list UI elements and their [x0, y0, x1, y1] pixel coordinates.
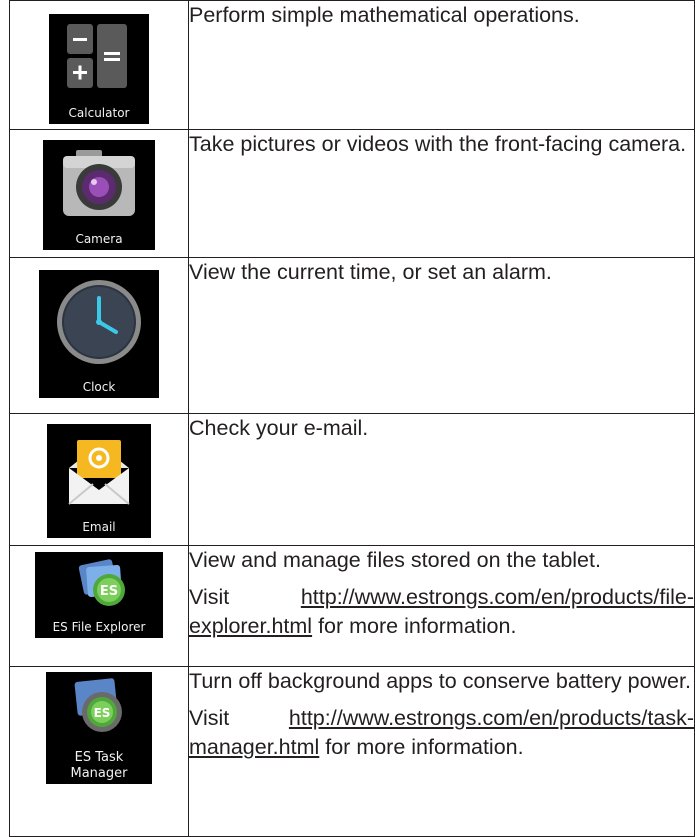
- app-table: Calculator Perform simple mathematical o…: [9, 0, 695, 837]
- es-file-explorer-icon: ES: [78, 559, 125, 606]
- table-row: ES ES File Explorer View and manage file…: [9, 545, 695, 667]
- more-info-text: Visit http:/​/​www.estrongs.com/​en/​pro…: [189, 583, 694, 641]
- es-task-manager-app-icon: ES ES Task Manager: [46, 672, 152, 784]
- svg-text:ES: ES: [100, 584, 118, 599]
- camera-icon-label: Camera: [75, 232, 123, 246]
- calculator-icon-label: Calculator: [68, 106, 130, 120]
- app-description: Perform simple mathematical operations.: [189, 3, 580, 27]
- es-file-explorer-icon-label: ES File Explorer: [52, 620, 146, 634]
- description-cell: Perform simple mathematical operations.: [188, 0, 695, 130]
- icon-cell: Camera: [9, 129, 189, 258]
- description-cell: Turn off background apps to conserve bat…: [188, 666, 695, 837]
- app-description: View the current time, or set an alarm.: [189, 260, 552, 284]
- email-icon: [68, 440, 130, 505]
- es-file-explorer-app-icon: ES ES File Explorer: [35, 552, 163, 638]
- visit-suffix: for more information.: [325, 735, 524, 759]
- clock-icon-label: Clock: [82, 380, 116, 394]
- icon-cell: Email: [9, 413, 189, 546]
- visit-prefix: Visit: [189, 706, 230, 730]
- table-row: ES ES Task Manager Turn off background a…: [9, 666, 695, 837]
- table-row: Clock View the current time, or set an a…: [9, 257, 695, 414]
- icon-cell: ES ES Task Manager: [9, 666, 189, 837]
- app-description: Turn off background apps to conserve bat…: [189, 669, 691, 693]
- app-description: View and manage files stored on the tabl…: [189, 548, 601, 572]
- clock-app-icon: Clock: [39, 270, 159, 398]
- es-task-manager-icon: ES: [74, 678, 122, 732]
- camera-app-icon: Camera: [43, 140, 155, 250]
- description-cell: Take pictures or videos with the front-f…: [188, 129, 695, 258]
- email-icon-label: Email: [82, 520, 116, 534]
- description-cell: Check your e-mail.: [188, 413, 695, 546]
- more-info-text: Visit http:/​/​www.estrongs.com/​en/​pro…: [189, 704, 694, 762]
- app-description: Check your e-mail.: [189, 416, 369, 440]
- table-row: Calculator Perform simple mathematical o…: [9, 0, 695, 130]
- description-cell: View and manage files stored on the tabl…: [188, 545, 695, 667]
- app-description: Take pictures or videos with the front-f…: [189, 132, 687, 156]
- calculator-app-icon: Calculator: [49, 14, 149, 124]
- calculator-icon: [67, 24, 127, 88]
- camera-icon: [63, 150, 135, 216]
- icon-cell: Clock: [9, 257, 189, 414]
- visit-suffix: for more information.: [318, 614, 517, 638]
- clock-icon: [57, 280, 141, 364]
- visit-prefix: Visit: [189, 585, 230, 609]
- table-row: Camera Take pictures or videos with the …: [9, 129, 695, 258]
- table-row: Email Check your e-mail.: [9, 413, 695, 546]
- email-app-icon: Email: [47, 424, 151, 538]
- icon-cell: Calculator: [9, 0, 189, 130]
- description-cell: View the current time, or set an alarm.: [188, 257, 695, 414]
- es-task-manager-icon-label: ES Task Manager: [70, 750, 128, 781]
- icon-cell: ES ES File Explorer: [9, 545, 189, 667]
- svg-text:ES: ES: [94, 706, 111, 720]
